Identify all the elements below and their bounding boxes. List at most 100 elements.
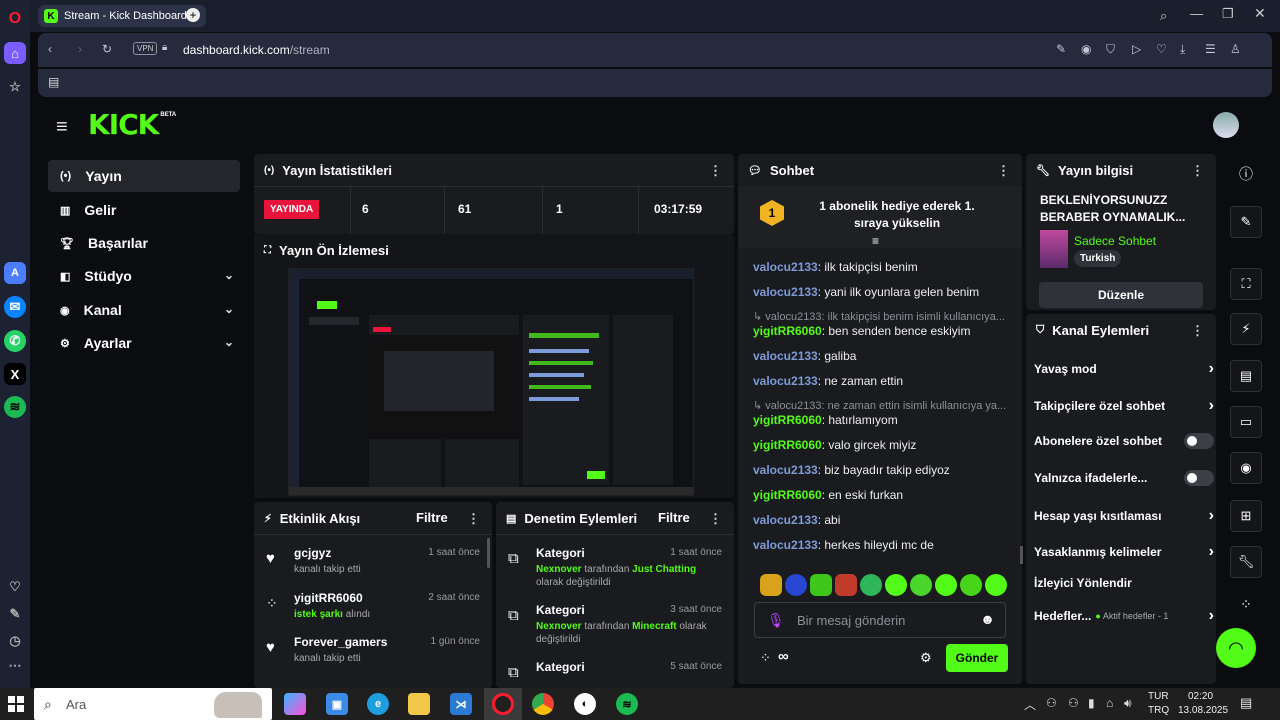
channel-action-row[interactable]: Yavaş mod › [1034, 360, 1214, 378]
emote-icon[interactable] [960, 574, 982, 596]
volume-icon[interactable]: 🔊︎ [1124, 696, 1132, 711]
chat-username[interactable]: valocu2133 [753, 463, 818, 477]
tray-icon[interactable]: ⚇ [1046, 696, 1057, 710]
chat-message[interactable]: yigitRR6060: en eski furkan [753, 488, 903, 502]
nav-item-kanal[interactable]: ◉ Kanal ⌄ [48, 294, 240, 326]
list-item[interactable]: ⧉ Kategori 3 saat önce Nexnover tarafınd… [508, 603, 722, 653]
chat-username[interactable]: yigitRR6060 [753, 488, 822, 502]
notification-icon[interactable]: ▤ [1240, 695, 1252, 711]
input-language[interactable]: TUR [1148, 691, 1169, 702]
bookmark-heart-icon[interactable]: ♡ [1156, 42, 1167, 56]
clock-date[interactable]: 13.08.2025 [1178, 705, 1228, 716]
list-item[interactable]: ♥ gcjgyz 1 saat önce kanalı takip etti [266, 546, 480, 586]
page-icon[interactable]: ▤ [48, 75, 59, 89]
nav-item-basarilar[interactable]: 🏆︎ Başarılar [48, 227, 240, 259]
category-name[interactable]: Sadece Sohbet [1074, 234, 1156, 248]
stats-menu-icon[interactable]: ⋮ [709, 163, 722, 179]
emote-icon[interactable] [885, 574, 907, 596]
store-icon[interactable]: ▣ [326, 693, 348, 715]
chat-username[interactable]: yigitRR6060 [753, 413, 822, 427]
clock-time[interactable]: 02:20 [1188, 691, 1213, 702]
emote-icon[interactable] [785, 574, 807, 596]
channel-action-row[interactable]: Hesap yaşı kısıtlaması › [1034, 507, 1214, 525]
emote-icon[interactable] [910, 574, 932, 596]
emote-icon[interactable] [860, 574, 882, 596]
chat-message[interactable]: valocu2133: yani ilk oyunlara gelen beni… [753, 285, 979, 299]
emoji-icon[interactable]: ☻ [980, 611, 995, 627]
document-icon[interactable]: ▤ [1230, 360, 1262, 392]
hamburger-menu-icon[interactable]: ≡ [56, 116, 68, 139]
moderation-filter-button[interactable]: Filtre [658, 510, 690, 525]
chrome-icon[interactable] [532, 693, 554, 715]
toggle-switch[interactable] [1184, 470, 1214, 486]
nav-item-yayin[interactable]: (•) Yayın [48, 160, 240, 192]
emote-icon[interactable] [835, 574, 857, 596]
list-item[interactable]: ♥ Forever_gamers 1 gün önce kanalı takip… [266, 635, 480, 675]
scrollbar[interactable] [487, 538, 490, 568]
chat-message[interactable]: valocu2133: biz bayadır takip ediyoz [753, 463, 950, 477]
points-icon[interactable]: ⁘ [760, 650, 771, 666]
browser-tab[interactable]: K Stream - Kick Dashboard [38, 5, 206, 27]
chat-username[interactable]: valocu2133 [753, 349, 818, 363]
spotify-icon[interactable]: ≋ [616, 693, 638, 715]
url-field[interactable]: dashboard.kick.com/stream [183, 43, 330, 57]
close-window-icon[interactable]: ✕ [1254, 5, 1266, 22]
chat-username[interactable]: valocu2133 [753, 285, 818, 299]
stream-preview-video[interactable] [288, 268, 694, 496]
nav-item-studyo[interactable]: ◧ Stüdyo ⌄ [48, 260, 240, 292]
chat-username[interactable]: yigitRR6060 [753, 324, 822, 338]
list-item[interactable]: ⁘ yigitRR6060 2 saat önce istek şarkı al… [266, 591, 480, 631]
lightning-icon[interactable]: ⚡︎ [1230, 313, 1262, 345]
x-twitter-icon[interactable]: X [4, 363, 26, 385]
channel-action-row[interactable]: Yalnızca ifadelerle... [1034, 470, 1214, 486]
send-button[interactable]: Gönder [946, 644, 1008, 672]
windows-start-icon[interactable] [8, 696, 24, 712]
avatar[interactable] [1213, 112, 1239, 138]
network-icon[interactable]: ⌂ [1106, 696, 1113, 710]
lock-icon[interactable]: 🔒︎ [162, 42, 167, 53]
drops-icon[interactable]: ⁘ [1230, 596, 1262, 613]
copilot-icon[interactable] [284, 693, 306, 715]
opera-icon[interactable] [492, 693, 514, 715]
edit-icon[interactable]: ✎ [1230, 206, 1262, 238]
nav-item-ayarlar[interactable]: ⚙ Ayarlar ⌄ [48, 327, 240, 359]
chat-message[interactable]: valocu2133: abi [753, 513, 840, 527]
channel-action-row[interactable]: Hedefler... ● Aktif hedefler - 1 › [1034, 607, 1214, 625]
new-tab-icon[interactable]: + [186, 8, 200, 22]
chat-input[interactable]: 🎙︎ Bir mesaj gönderin ☻ [754, 602, 1006, 638]
easy-setup-icon[interactable]: ☰ [1205, 42, 1216, 56]
channel-action-row[interactable]: İzleyici Yönlendir [1034, 576, 1214, 590]
scrollbar[interactable] [1020, 546, 1023, 564]
camera-icon[interactable]: ◉ [1081, 42, 1091, 56]
history-icon[interactable]: ◷ [4, 630, 26, 652]
whatsapp-icon[interactable]: ✆ [4, 330, 26, 352]
kick-logo[interactable]: KICK BETA [88, 108, 176, 141]
channel-actions-menu-icon[interactable]: ⋮ [1191, 323, 1204, 339]
info-icon[interactable]: ⓘ [1230, 164, 1262, 186]
vscode-icon[interactable]: ⋊ [450, 693, 472, 715]
chat-message[interactable]: yigitRR6060: hatırlamıyom [753, 413, 898, 427]
stream-info-menu-icon[interactable]: ⋮ [1191, 163, 1204, 179]
download-icon[interactable]: ⤓ [1180, 42, 1185, 57]
emote-icon[interactable] [760, 574, 782, 596]
profile-icon[interactable]: ♙ [1230, 42, 1241, 56]
edit-button[interactable]: Düzenle [1039, 282, 1203, 308]
keyboard-layout[interactable]: TRQ [1148, 705, 1169, 716]
list-item[interactable]: ⧉ Kategori 1 saat önce Nexnover tarafınd… [508, 546, 722, 596]
channel-action-row[interactable]: Abonelere özel sohbet [1034, 433, 1214, 449]
chat-message[interactable]: yigitRR6060: valo gircek miyiz [753, 438, 916, 452]
chat-message[interactable]: valocu2133: ilk takipçisi benim [753, 260, 918, 274]
moderation-menu-icon[interactable]: ⋮ [709, 511, 722, 527]
moderator-icon[interactable]: ⊞ [1230, 500, 1262, 532]
chat-username[interactable]: valocu2133 [753, 260, 818, 274]
shield-icon[interactable]: ⛉ [1106, 42, 1115, 57]
taskbar-search-box[interactable]: ⌕ Ara [34, 688, 272, 720]
broadcast-icon[interactable]: ◉ [1230, 452, 1262, 484]
more-icon[interactable]: ⋯ [4, 655, 26, 677]
file-explorer-icon[interactable] [408, 693, 430, 715]
channel-action-row[interactable]: Takipçilere özel sohbet › [1034, 397, 1214, 415]
chat-username[interactable]: valocu2133 [753, 374, 818, 388]
spotify-icon[interactable]: ≋ [4, 396, 26, 418]
edge-icon[interactable]: e [367, 693, 389, 715]
channel-action-row[interactable]: Yasaklanmış kelimeler › [1034, 543, 1214, 561]
